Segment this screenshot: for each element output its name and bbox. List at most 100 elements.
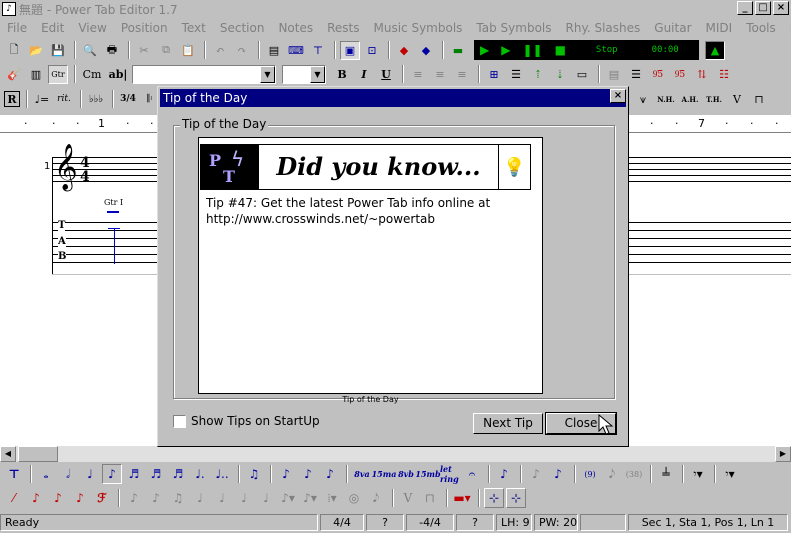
tuplet-icon[interactable]: (9) bbox=[580, 464, 600, 484]
score-structure-icon[interactable]: ▤ bbox=[264, 41, 284, 60]
vibrato-icon[interactable]: V bbox=[727, 90, 747, 109]
slash-sixteenth-icon[interactable]: ♪ bbox=[146, 488, 166, 508]
grid-toggle-icon[interactable]: ⊹ bbox=[484, 488, 504, 508]
size-combo[interactable]: ▼ bbox=[282, 64, 326, 84]
artificial-harmonic-button[interactable]: A.H. bbox=[679, 90, 701, 109]
fret-up-icon[interactable]: 9͞5 bbox=[648, 65, 668, 84]
tenuto-note-icon[interactable]: ♪ bbox=[298, 464, 318, 484]
let-ring-button[interactable]: let ring bbox=[440, 464, 460, 484]
copy-icon[interactable]: ⧉ bbox=[156, 41, 176, 60]
show-tips-checkbox[interactable]: Show Tips on StartUp bbox=[173, 414, 320, 428]
insert-staff-above-icon[interactable]: ⇡ bbox=[528, 65, 548, 84]
rest-note-icon[interactable]: ♪ bbox=[526, 464, 546, 484]
fret-down-icon[interactable]: 9͞5 bbox=[670, 65, 690, 84]
whole-note-icon[interactable]: 𝅝 bbox=[36, 464, 56, 484]
scroll-left-icon[interactable]: ◀ bbox=[0, 446, 16, 462]
chord-name-button[interactable]: Cm bbox=[80, 65, 104, 84]
text-button[interactable]: ab| bbox=[106, 65, 130, 84]
grace-note-icon[interactable]: ♪ bbox=[494, 464, 514, 484]
slash-eighth-icon[interactable]: ♪ bbox=[124, 488, 144, 508]
rest-quarter-icon[interactable]: 𝄾▾ bbox=[720, 464, 740, 484]
menu-text[interactable]: Text bbox=[175, 21, 213, 35]
tremolo-bar-icon[interactable]: ▬▾ bbox=[452, 488, 472, 508]
slash-grace-icon[interactable]: 𝅘𝅥𝅮 bbox=[366, 488, 386, 508]
menu-guitar[interactable]: Guitar bbox=[647, 21, 698, 35]
guitar-in-icon[interactable]: ⌨ bbox=[286, 41, 306, 60]
tempo-marker-icon[interactable]: ♩= bbox=[32, 90, 52, 109]
tab-lines-icon[interactable]: ☰ bbox=[626, 65, 646, 84]
pause-icon[interactable]: ❚❚ bbox=[522, 43, 542, 57]
ritardando-button[interactable]: rit. bbox=[54, 90, 74, 109]
tuning-icon[interactable]: ⊤ bbox=[308, 41, 328, 60]
zoom-icon[interactable]: ⊡ bbox=[362, 41, 382, 60]
minimize-button[interactable]: _ bbox=[737, 1, 753, 15]
play-icon[interactable]: ▶ bbox=[480, 43, 489, 57]
trill-icon[interactable]: ⊓ bbox=[749, 90, 769, 109]
slide-in-below-icon[interactable]: ⁄ bbox=[4, 488, 24, 508]
next-tip-button[interactable]: Next Tip bbox=[473, 413, 543, 434]
slash-note-icon[interactable]: ♪ bbox=[548, 464, 568, 484]
scroll-right-icon[interactable]: ▶ bbox=[775, 446, 791, 462]
open-folder-icon[interactable]: 📂 bbox=[26, 41, 46, 60]
fermata-icon[interactable]: 𝄐 bbox=[462, 464, 482, 484]
slash-tenuto-icon[interactable]: ♩ bbox=[256, 488, 276, 508]
menu-tools[interactable]: Tools bbox=[739, 21, 783, 35]
print-preview-icon[interactable]: 🔍 bbox=[80, 41, 100, 60]
time-signature-button[interactable]: 3/4 bbox=[118, 90, 138, 109]
underline-button[interactable]: U bbox=[376, 65, 396, 84]
menu-help[interactable]: Help bbox=[783, 21, 791, 35]
lines-icon[interactable]: ▤ bbox=[604, 65, 624, 84]
menu-tab-symbols[interactable]: Tab Symbols bbox=[469, 21, 558, 35]
quarter-note-icon[interactable]: ♩ bbox=[80, 464, 100, 484]
slash-triplet-icon[interactable]: ♪▾ bbox=[278, 488, 298, 508]
cut-icon[interactable]: ✂ bbox=[134, 41, 154, 60]
guitar-in-button[interactable]: Gtr bbox=[48, 64, 68, 84]
ottava-15mb-button[interactable]: 15mb bbox=[415, 464, 440, 484]
redo-icon[interactable]: ↷ bbox=[232, 41, 252, 60]
menu-file[interactable]: File bbox=[0, 21, 34, 35]
chevron-down-icon[interactable]: ▼ bbox=[260, 65, 275, 83]
close-window-button[interactable]: × bbox=[773, 1, 789, 15]
note-whole-rest-icon[interactable]: ⊤ bbox=[4, 464, 24, 484]
undo-icon[interactable]: ↶ bbox=[210, 41, 230, 60]
menu-rhy-slashes[interactable]: Rhy. Slashes bbox=[559, 21, 648, 35]
tie-note-icon[interactable]: ♫ bbox=[244, 464, 264, 484]
ottava-15ma-button[interactable]: 15ma bbox=[372, 464, 397, 484]
menu-notes[interactable]: Notes bbox=[271, 21, 320, 35]
slash-trill-icon[interactable]: ⊓ bbox=[420, 488, 440, 508]
menu-position[interactable]: Position bbox=[114, 21, 175, 35]
horizontal-scrollbar[interactable]: ◀ ▶ bbox=[0, 446, 791, 462]
staccato-note-icon[interactable]: ♪ bbox=[276, 464, 296, 484]
slash-circle-icon[interactable]: ◎ bbox=[344, 488, 364, 508]
slide-out-up-icon[interactable]: ♪ bbox=[70, 488, 90, 508]
metronome-icon[interactable]: ▲ bbox=[705, 40, 725, 60]
slash-accent-icon[interactable]: ♩ bbox=[212, 488, 232, 508]
pick-stroke-down-icon[interactable]: ⩛ bbox=[633, 90, 653, 109]
muted-note-icon[interactable]: (38) bbox=[624, 464, 644, 484]
slash-ghost-icon[interactable]: ⁞▾ bbox=[322, 488, 342, 508]
guitar-icon[interactable]: 🎸 bbox=[4, 65, 24, 84]
chevron-down-icon[interactable]: ▼ bbox=[310, 65, 325, 83]
slash-v-icon[interactable]: V bbox=[398, 488, 418, 508]
play-from-start-icon[interactable]: ▶ bbox=[501, 43, 510, 57]
menu-section[interactable]: Section bbox=[213, 21, 272, 35]
keyboard-icon[interactable]: ▬ bbox=[448, 41, 468, 60]
slide-out-down-icon[interactable]: ♪ bbox=[48, 488, 68, 508]
staff-icon[interactable]: ☰ bbox=[506, 65, 526, 84]
insert-staff-below-icon[interactable]: ⇣ bbox=[550, 65, 570, 84]
natural-harmonic-button[interactable]: N.H. bbox=[655, 90, 677, 109]
slash-tie-icon[interactable]: ♫ bbox=[168, 488, 188, 508]
paste-icon[interactable]: 📋 bbox=[178, 41, 198, 60]
shift-slide-icon[interactable]: ℱ bbox=[92, 488, 112, 508]
remove-staff-icon[interactable]: ▭ bbox=[572, 65, 592, 84]
menu-edit[interactable]: Edit bbox=[34, 21, 71, 35]
bookmark-blue-icon[interactable]: ◆ bbox=[416, 41, 436, 60]
italic-button[interactable]: I bbox=[354, 65, 374, 84]
dotted-note-icon[interactable]: ♩. bbox=[190, 464, 210, 484]
ottava-8vb-button[interactable]: 8vb bbox=[396, 464, 416, 484]
slash-rest-icon[interactable]: ♪▾ bbox=[300, 488, 320, 508]
maximize-button[interactable]: □ bbox=[755, 1, 771, 15]
eighth-note-icon[interactable]: ♪ bbox=[102, 464, 122, 484]
checkbox-box[interactable] bbox=[173, 414, 186, 428]
stop-icon[interactable]: ■ bbox=[555, 43, 566, 57]
